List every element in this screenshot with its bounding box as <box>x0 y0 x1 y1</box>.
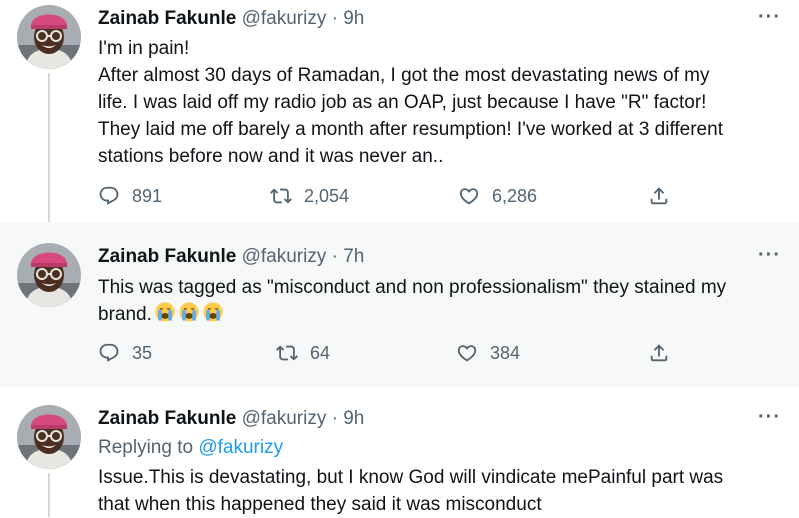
tweet-1[interactable]: Zainab Fakunle @fakurizy · 9h ··· I'm in… <box>0 0 799 222</box>
more-icon[interactable]: ··· <box>758 6 781 29</box>
tweet-text-line: Issue.This is devastating, but I know Go… <box>98 467 724 488</box>
retweet-icon <box>270 185 292 207</box>
tweet-header: Zainab Fakunle @fakurizy · 9h <box>98 408 365 429</box>
reply-count: 35 <box>132 342 153 363</box>
like-icon <box>456 342 478 364</box>
tweet-3[interactable]: Zainab Fakunle @fakurizy · 9h ··· Replyi… <box>0 387 799 517</box>
share-icon <box>648 185 670 207</box>
tweet-time[interactable]: 9h <box>343 408 364 429</box>
reply-icon <box>98 185 120 207</box>
reply-button[interactable]: 35 <box>98 342 152 364</box>
tweet-text-line: that when this happened they said it was… <box>98 494 542 515</box>
more-icon[interactable]: ··· <box>758 244 781 267</box>
tweet-time[interactable]: 7h <box>343 246 364 267</box>
retweet-button[interactable]: 2,054 <box>270 185 349 207</box>
like-count: 6,286 <box>492 185 538 206</box>
crying-face-emoji <box>178 301 200 331</box>
replying-to-label: Replying to <box>98 437 194 458</box>
tweet-text: Issue.This is devastating, but I know Go… <box>98 464 788 518</box>
like-button[interactable]: 384 <box>456 342 520 364</box>
share-icon <box>648 342 670 364</box>
tweet-time[interactable]: 9h <box>343 8 364 29</box>
thread-connector-line <box>48 473 50 517</box>
tweet-text-line: After almost 30 days of Ramadan, I got t… <box>98 65 710 86</box>
reply-count: 891 <box>132 185 163 206</box>
tweet-text: This was tagged as "misconduct and non p… <box>98 274 788 331</box>
tweet-text: I'm in pain! After almost 30 days of Ram… <box>98 35 788 170</box>
author-name[interactable]: Zainab Fakunle <box>98 408 236 429</box>
tweet-text-line: life. I was laid off my radio job as an … <box>98 92 707 113</box>
replying-to: Replying to @fakurizy <box>98 437 283 459</box>
replying-to-mention[interactable]: @fakurizy <box>198 437 283 458</box>
more-icon[interactable]: ··· <box>758 406 781 429</box>
thread-connector-line <box>48 73 50 222</box>
tweet-text-line: stations before now and it was never an.… <box>98 146 444 167</box>
like-count: 384 <box>490 342 521 363</box>
tweet-text-line: I'm in pain! <box>98 38 190 59</box>
tweet-text-line: They laid me off barely a month after re… <box>98 119 723 140</box>
author-handle[interactable]: @fakurizy <box>242 408 327 429</box>
like-icon <box>458 185 480 207</box>
retweet-button[interactable]: 64 <box>276 342 330 364</box>
author-name[interactable]: Zainab Fakunle <box>98 8 236 29</box>
avatar[interactable] <box>17 405 81 469</box>
share-button[interactable] <box>648 185 670 207</box>
crying-face-emoji <box>154 301 176 331</box>
avatar[interactable] <box>17 243 81 307</box>
tweet-2[interactable]: Zainab Fakunle @fakurizy · 7h ··· This w… <box>0 222 799 387</box>
tweet-actions: 35 64 384 <box>98 342 678 372</box>
tweet-actions: 891 2,054 6,286 <box>98 185 678 215</box>
avatar[interactable] <box>17 5 81 69</box>
retweet-count: 2,054 <box>304 185 350 206</box>
reply-icon <box>98 342 120 364</box>
reply-button[interactable]: 891 <box>98 185 162 207</box>
tweet-text-line: brand. <box>98 301 788 331</box>
tweet-header: Zainab Fakunle @fakurizy · 7h <box>98 246 365 267</box>
author-handle[interactable]: @fakurizy <box>242 8 327 29</box>
crying-face-emoji <box>202 301 224 331</box>
author-name[interactable]: Zainab Fakunle <box>98 246 236 267</box>
tweet-text-line: This was tagged as "misconduct and non p… <box>98 277 727 298</box>
tweet-header: Zainab Fakunle @fakurizy · 9h <box>98 8 365 29</box>
author-handle[interactable]: @fakurizy <box>242 246 327 267</box>
share-button[interactable] <box>648 342 670 364</box>
like-button[interactable]: 6,286 <box>458 185 537 207</box>
retweet-icon <box>276 342 298 364</box>
retweet-count: 64 <box>310 342 331 363</box>
